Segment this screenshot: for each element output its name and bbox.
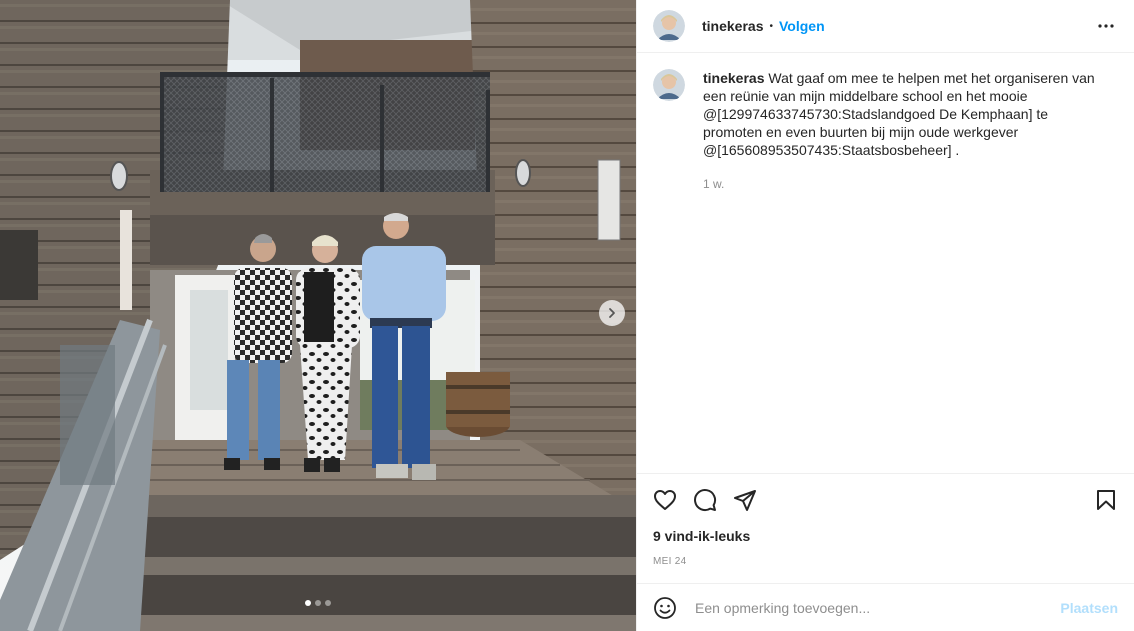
carousel-indicator	[0, 600, 636, 606]
action-bar	[637, 474, 1134, 526]
heart-icon	[654, 490, 676, 510]
chevron-right-icon	[609, 308, 615, 318]
carousel-dot-3	[325, 600, 331, 606]
post-header: tinekeras • Volgen	[637, 0, 1134, 53]
save-button[interactable]	[1094, 488, 1118, 512]
post-date: MEI 24	[653, 556, 687, 567]
share-button[interactable]	[733, 488, 757, 512]
comment-button[interactable]	[693, 488, 717, 512]
caption-section: tinekeras Wat gaaf om mee te helpen met …	[637, 53, 1134, 473]
send-icon	[734, 490, 756, 511]
post-photo	[0, 0, 636, 631]
comment-form: Plaatsen	[637, 583, 1134, 631]
avatar[interactable]	[653, 10, 685, 42]
likes-count[interactable]: 9 vind-ik-leuks	[637, 528, 1134, 544]
caption-text: tinekeras Wat gaaf om mee te helpen met …	[703, 69, 1103, 159]
separator-dot: •	[769, 20, 773, 32]
post-actions: 9 vind-ik-leuks MEI 24	[637, 473, 1134, 567]
carousel-dot-2	[315, 600, 321, 606]
carousel-next-button[interactable]	[599, 300, 625, 326]
comment-icon	[694, 489, 717, 512]
caption-avatar[interactable]	[653, 69, 685, 101]
comment-input[interactable]	[693, 598, 1053, 617]
post-image	[0, 0, 636, 631]
caption: tinekeras Wat gaaf om mee te helpen met …	[637, 53, 1134, 159]
post-dialog: tinekeras • Volgen tinekeras Wat gaaf om…	[0, 0, 1134, 631]
more-options-button[interactable]	[1094, 14, 1118, 38]
post-comment-button[interactable]: Plaatsen	[1060, 600, 1118, 616]
carousel-dot-1	[305, 600, 311, 606]
like-button[interactable]	[653, 488, 677, 512]
post-side-panel: tinekeras • Volgen tinekeras Wat gaaf om…	[636, 0, 1134, 631]
bookmark-icon	[1097, 490, 1115, 510]
username-link[interactable]: tinekeras	[702, 18, 763, 34]
post-age: 1 w.	[703, 177, 725, 191]
more-options-icon	[1098, 24, 1114, 28]
emoji-icon[interactable]	[653, 596, 677, 620]
follow-button[interactable]: Volgen	[779, 18, 825, 34]
caption-username[interactable]: tinekeras	[703, 70, 764, 86]
